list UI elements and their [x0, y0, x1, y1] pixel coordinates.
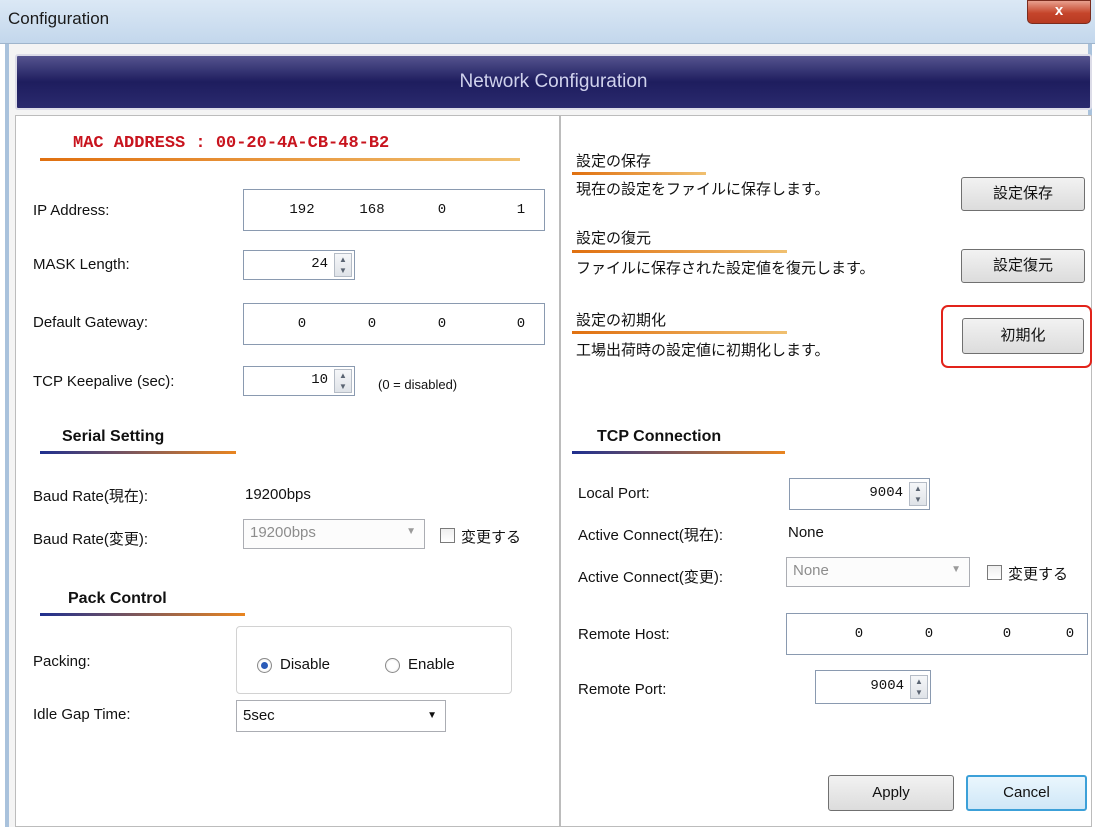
- baud-change-checkbox[interactable]: [440, 528, 455, 543]
- close-button[interactable]: x: [1027, 0, 1091, 24]
- default-gateway-field[interactable]: 0 0 0 0: [243, 303, 545, 345]
- spin-arrows-icon[interactable]: ▲ ▼: [334, 253, 352, 277]
- active-change-checkbox[interactable]: [987, 565, 1002, 580]
- init-description: 工場出荷時の設定値に初期化します。: [576, 342, 830, 359]
- baud-rate-select-value: 19200bps: [250, 524, 316, 541]
- idle-gap-label: Idle Gap Time:: [33, 706, 131, 723]
- save-description: 現在の設定をファイルに保存します。: [576, 181, 830, 198]
- tcp-keepalive-stepper[interactable]: 10 ▲ ▼: [243, 366, 355, 396]
- serial-setting-heading: Serial Setting: [62, 428, 165, 445]
- remote-host-octet[interactable]: 0: [829, 626, 889, 642]
- ip-octet[interactable]: 192: [272, 202, 332, 218]
- init-heading-underline: [572, 331, 787, 334]
- baud-change-checkbox-label[interactable]: 変更する: [461, 526, 521, 547]
- spin-arrows-icon[interactable]: ▲ ▼: [909, 482, 927, 506]
- ip-octet[interactable]: 168: [342, 202, 402, 218]
- idle-gap-select[interactable]: 5sec ▼: [236, 700, 446, 732]
- save-heading-underline: [572, 172, 706, 175]
- packing-enable-label[interactable]: Enable: [408, 656, 455, 673]
- restore-heading-underline: [572, 250, 787, 253]
- spin-arrows-icon[interactable]: ▲ ▼: [910, 675, 928, 699]
- save-settings-button[interactable]: 設定保存: [961, 177, 1085, 211]
- active-change-checkbox-label[interactable]: 変更する: [1008, 563, 1068, 584]
- banner: Network Configuration: [15, 54, 1092, 110]
- active-connect-select[interactable]: None ▼: [786, 557, 970, 587]
- idle-gap-select-value: 5sec: [243, 707, 275, 724]
- mask-length-label: MASK Length:: [33, 256, 130, 273]
- initialize-button[interactable]: 初期化: [962, 318, 1084, 354]
- tcp-heading-underline: [572, 451, 785, 454]
- mask-length-value: 24: [311, 256, 328, 272]
- ip-address-field[interactable]: 192 168 0 1: [243, 189, 545, 231]
- remote-port-value: 9004: [870, 678, 904, 694]
- chevron-down-icon: ▼: [406, 526, 416, 537]
- apply-button[interactable]: Apply: [828, 775, 954, 811]
- ip-octet[interactable]: 1: [506, 202, 536, 218]
- pack-heading-underline: [40, 613, 245, 616]
- default-gateway-label: Default Gateway:: [33, 314, 149, 331]
- tcp-keepalive-value: 10: [311, 372, 328, 388]
- packing-disable-radio[interactable]: [257, 658, 272, 673]
- serial-heading-underline: [40, 451, 236, 454]
- local-port-value: 9004: [869, 485, 903, 501]
- ip-octet[interactable]: 0: [412, 202, 472, 218]
- packing-disable-label[interactable]: Disable: [280, 656, 330, 673]
- chevron-down-icon: ▼: [427, 710, 437, 721]
- active-current-label: Active Connect(現在):: [578, 527, 724, 544]
- remote-host-octet[interactable]: 0: [899, 626, 959, 642]
- mac-address-heading: MAC ADDRESS : 00-20-4A-CB-48-B2: [73, 134, 390, 153]
- packing-enable-radio[interactable]: [385, 658, 400, 673]
- ip-address-label: IP Address:: [33, 202, 110, 219]
- restore-settings-button[interactable]: 設定復元: [961, 249, 1085, 283]
- packing-group: [236, 626, 512, 694]
- active-change-label: Active Connect(変更):: [578, 569, 724, 586]
- save-heading: 設定の保存: [576, 153, 652, 170]
- restore-description: ファイルに保存された設定値を復元します。: [576, 260, 875, 277]
- chevron-down-icon: ▼: [951, 564, 961, 575]
- tcp-connection-heading: TCP Connection: [597, 428, 722, 445]
- gateway-octet[interactable]: 0: [342, 316, 402, 332]
- keepalive-note: (0 = disabled): [378, 377, 458, 392]
- remote-host-label: Remote Host:: [578, 626, 670, 643]
- tcp-keepalive-label: TCP Keepalive (sec):: [33, 373, 175, 390]
- cancel-button[interactable]: Cancel: [966, 775, 1087, 811]
- baud-current-label: Baud Rate(現在):: [33, 488, 149, 505]
- gateway-octet[interactable]: 0: [412, 316, 472, 332]
- restore-heading: 設定の復元: [576, 230, 652, 247]
- remote-host-octet[interactable]: 0: [977, 626, 1037, 642]
- remote-port-label: Remote Port:: [578, 681, 667, 698]
- packing-label: Packing:: [33, 653, 91, 670]
- banner-title: Network Configuration: [459, 71, 648, 92]
- mask-length-stepper[interactable]: 24 ▲ ▼: [243, 250, 355, 280]
- title-bar: Configuration: [0, 0, 1095, 44]
- pack-control-heading: Pack Control: [68, 590, 167, 607]
- local-port-stepper[interactable]: 9004 ▲ ▼: [789, 478, 930, 510]
- baud-change-label: Baud Rate(変更):: [33, 531, 149, 548]
- remote-port-stepper[interactable]: 9004 ▲ ▼: [815, 670, 931, 704]
- window-title: Configuration: [8, 9, 110, 28]
- active-connect-select-value: None: [793, 562, 829, 579]
- gateway-octet[interactable]: 0: [506, 316, 536, 332]
- remote-host-octet[interactable]: 0: [1055, 626, 1085, 642]
- spin-arrows-icon[interactable]: ▲ ▼: [334, 369, 352, 393]
- init-heading: 設定の初期化: [576, 312, 667, 329]
- gateway-octet[interactable]: 0: [272, 316, 332, 332]
- right-panel: [560, 115, 1092, 827]
- mac-heading-underline: [40, 158, 520, 161]
- remote-host-field[interactable]: 0 0 0 0: [786, 613, 1088, 655]
- baud-current-value: 19200bps: [245, 486, 311, 503]
- active-current-value: None: [788, 524, 824, 541]
- baud-rate-select[interactable]: 19200bps ▼: [243, 519, 425, 549]
- local-port-label: Local Port:: [578, 485, 650, 502]
